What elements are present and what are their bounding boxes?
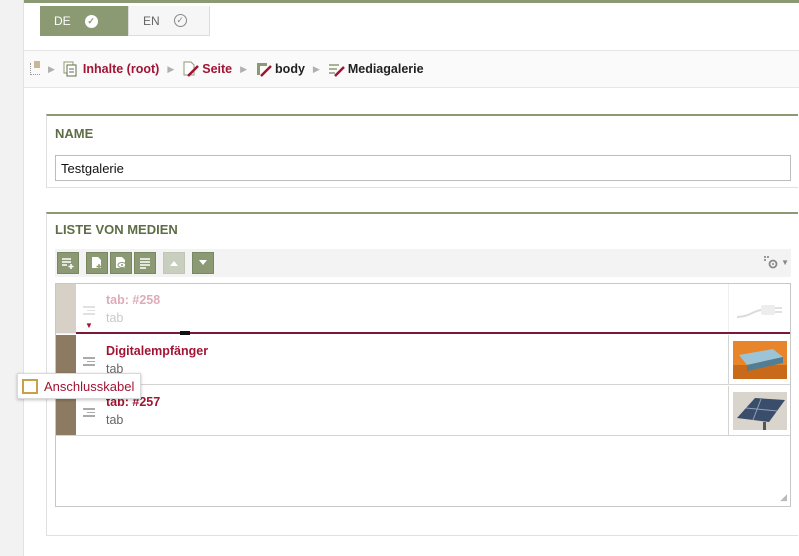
header-accent-line bbox=[24, 0, 799, 3]
move-up-icon bbox=[170, 261, 178, 266]
breadcrumb-item-mediagalerie[interactable]: Mediagalerie bbox=[328, 61, 424, 77]
breadcrumb-item-root[interactable]: Inhalte (root) bbox=[63, 61, 159, 77]
media-list-panel: LISTE VON MEDIEN ▼ tab: #258 tab ▼ Digit… bbox=[46, 212, 798, 536]
drag-handle[interactable] bbox=[56, 284, 76, 333]
breadcrumb-label: body bbox=[275, 62, 305, 76]
add-item-icon bbox=[62, 258, 74, 269]
tab-language-en-label: EN bbox=[143, 13, 160, 28]
drag-ghost: Anschlusskabel bbox=[17, 373, 142, 399]
media-list: tab: #258 tab ▼ Digitalempfänger tab tab… bbox=[55, 283, 791, 507]
list-item-title[interactable]: tab: #258 bbox=[106, 293, 160, 307]
expand-chevron-icon[interactable]: ▼ bbox=[85, 321, 93, 330]
gear-settings-icon bbox=[764, 256, 778, 269]
chevron-right-icon: ▶ bbox=[167, 63, 175, 74]
preview-button[interactable] bbox=[110, 252, 132, 274]
solar-panel-thumbnail bbox=[728, 386, 790, 435]
container-edit-icon bbox=[255, 61, 272, 77]
breadcrumb-label: Seite bbox=[202, 62, 233, 76]
documents-icon bbox=[63, 61, 78, 77]
media-list-toolbar: ▼ bbox=[55, 249, 791, 277]
breadcrumb: ▶ Inhalte (root) ▶ Seite ▶ body ▶ Mediag… bbox=[24, 50, 799, 88]
tab-item-icon bbox=[83, 357, 95, 366]
tab-item-icon bbox=[83, 408, 95, 417]
left-rail bbox=[0, 0, 24, 556]
chevron-right-icon: ▶ bbox=[240, 63, 248, 74]
drag-ghost-label: Anschlusskabel bbox=[44, 378, 135, 394]
page-edit-icon bbox=[182, 61, 200, 77]
breadcrumb-item-body[interactable]: body bbox=[255, 61, 305, 77]
cable-plug-thumbnail bbox=[728, 284, 790, 333]
list-item[interactable]: tab: #258 tab bbox=[56, 284, 790, 334]
add-media-icon bbox=[92, 257, 102, 269]
name-panel: NAME bbox=[46, 114, 798, 188]
breadcrumb-item-seite[interactable]: Seite bbox=[182, 61, 232, 77]
media-list-title: LISTE VON MEDIEN bbox=[55, 222, 178, 237]
list-item[interactable]: Digitalempfänger tab bbox=[56, 335, 790, 385]
breadcrumb-label: Inhalte (root) bbox=[82, 62, 160, 76]
name-section-title: NAME bbox=[55, 126, 94, 141]
name-input[interactable] bbox=[55, 155, 791, 181]
tab-item-icon bbox=[83, 306, 95, 315]
tab-language-de-label: DE bbox=[54, 14, 71, 28]
list-item-subtitle: tab bbox=[106, 413, 124, 427]
chevron-right-icon: ▶ bbox=[48, 63, 55, 74]
edit-list-button[interactable] bbox=[134, 252, 156, 274]
edit-list-icon bbox=[140, 258, 150, 269]
move-up-button[interactable] bbox=[163, 252, 185, 274]
language-tabs: DE ✓ EN ✓ bbox=[40, 6, 210, 36]
check-circle-outline-icon: ✓ bbox=[173, 14, 187, 27]
move-down-button[interactable] bbox=[192, 252, 214, 274]
chevron-down-icon: ▼ bbox=[781, 257, 789, 267]
list-item-title[interactable]: Digitalempfänger bbox=[106, 344, 208, 358]
check-circle-icon: ✓ bbox=[84, 14, 98, 28]
list-item-subtitle: tab bbox=[106, 311, 124, 325]
settings-menu-button[interactable]: ▼ bbox=[763, 255, 789, 269]
add-media-button[interactable] bbox=[86, 252, 108, 274]
tree-toggle-icon[interactable] bbox=[30, 61, 40, 75]
media-item-icon bbox=[22, 378, 38, 394]
list-item[interactable]: tab: #257 tab bbox=[56, 386, 790, 436]
receiver-thumbnail bbox=[728, 335, 790, 384]
breadcrumb-label: Mediagalerie bbox=[347, 62, 424, 76]
tab-language-de[interactable]: DE ✓ bbox=[40, 6, 128, 36]
preview-icon bbox=[116, 257, 127, 268]
chevron-right-icon: ▶ bbox=[312, 63, 320, 74]
list-edit-icon bbox=[328, 61, 345, 77]
move-down-icon bbox=[199, 260, 207, 265]
resize-grip-icon[interactable]: ◢ bbox=[780, 492, 787, 503]
tab-language-en[interactable]: EN ✓ bbox=[128, 6, 210, 36]
add-item-button[interactable] bbox=[57, 252, 79, 274]
